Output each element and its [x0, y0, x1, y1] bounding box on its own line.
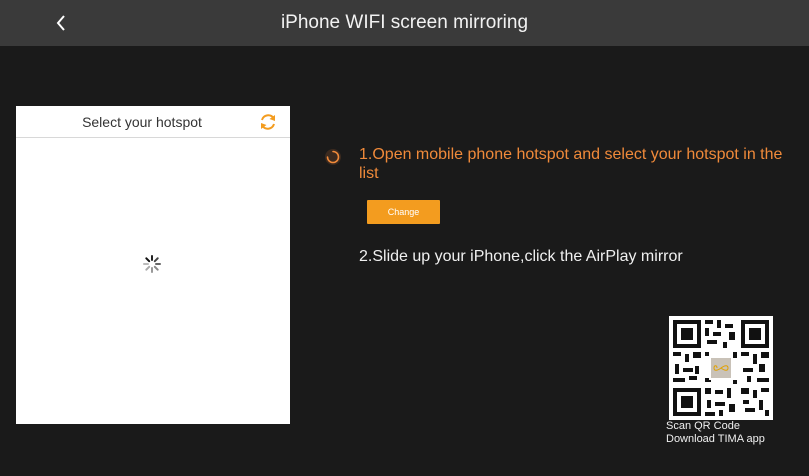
change-button[interactable]: Change [367, 200, 440, 224]
refresh-icon [261, 114, 275, 130]
title-bar: iPhone WIFI screen mirroring [0, 0, 809, 46]
qr-caption-line-1: Scan QR Code [666, 420, 740, 432]
page-title: iPhone WIFI screen mirroring [280, 12, 529, 33]
chevron-left-icon [56, 15, 65, 31]
qr-caption-line-2: Download TIMA app [666, 433, 765, 445]
spinner-icon [143, 255, 161, 273]
hotspot-panel-title: Select your hotspot [82, 114, 202, 130]
tima-logo [709, 356, 733, 380]
back-button[interactable] [46, 8, 76, 38]
loading-ring-icon [325, 149, 341, 165]
step-1-instruction: 1.Open mobile phone hotspot and select y… [359, 146, 783, 182]
hotspot-panel-header: Select your hotspot [16, 106, 290, 138]
qr-caption: Scan QR Code Download TIMA app [666, 420, 765, 446]
hotspot-list-panel: Select your hotspot [16, 106, 290, 424]
infinity-icon [713, 365, 729, 371]
step-2-instruction: 2.Slide up your iPhone,click the AirPlay… [359, 248, 683, 265]
qr-code [669, 316, 773, 420]
refresh-button[interactable] [258, 112, 278, 132]
